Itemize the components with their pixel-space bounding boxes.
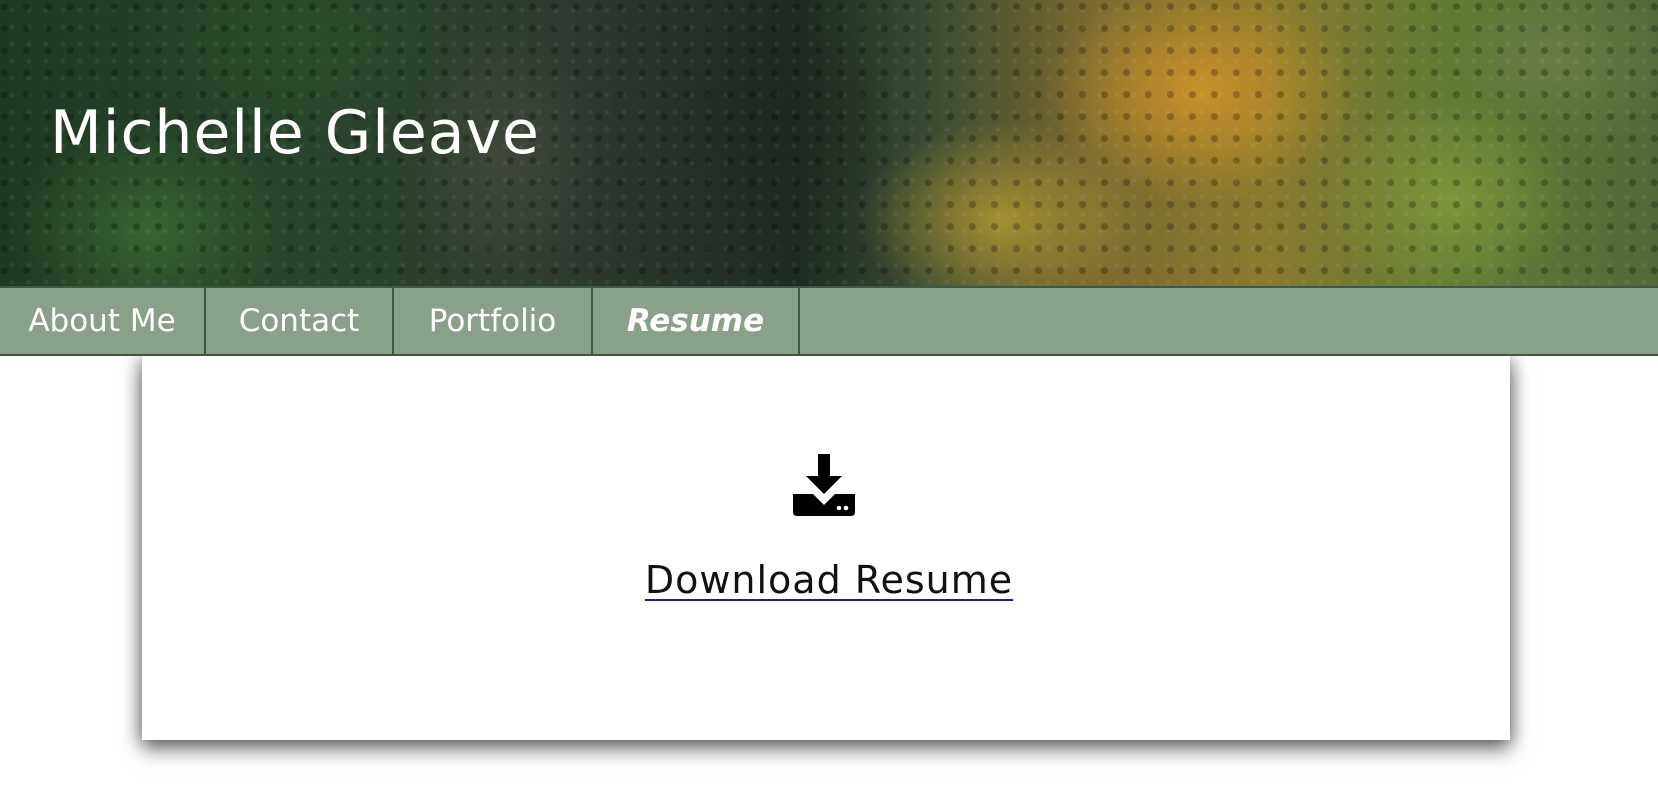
download-icon[interactable] (793, 454, 855, 518)
download-resume-link[interactable]: Download Resume (645, 558, 1013, 602)
nav-item-portfolio[interactable]: Portfolio (394, 288, 593, 354)
main-nav: About Me Contact Portfolio Resume (0, 286, 1658, 356)
nav-item-resume[interactable]: Resume (593, 288, 800, 354)
nav-item-about-me[interactable]: About Me (0, 288, 206, 354)
download-link-container: Download Resume (0, 558, 1658, 602)
resume-card (142, 356, 1510, 740)
site-title: Michelle Gleave (50, 98, 540, 168)
nav-item-contact[interactable]: Contact (206, 288, 394, 354)
